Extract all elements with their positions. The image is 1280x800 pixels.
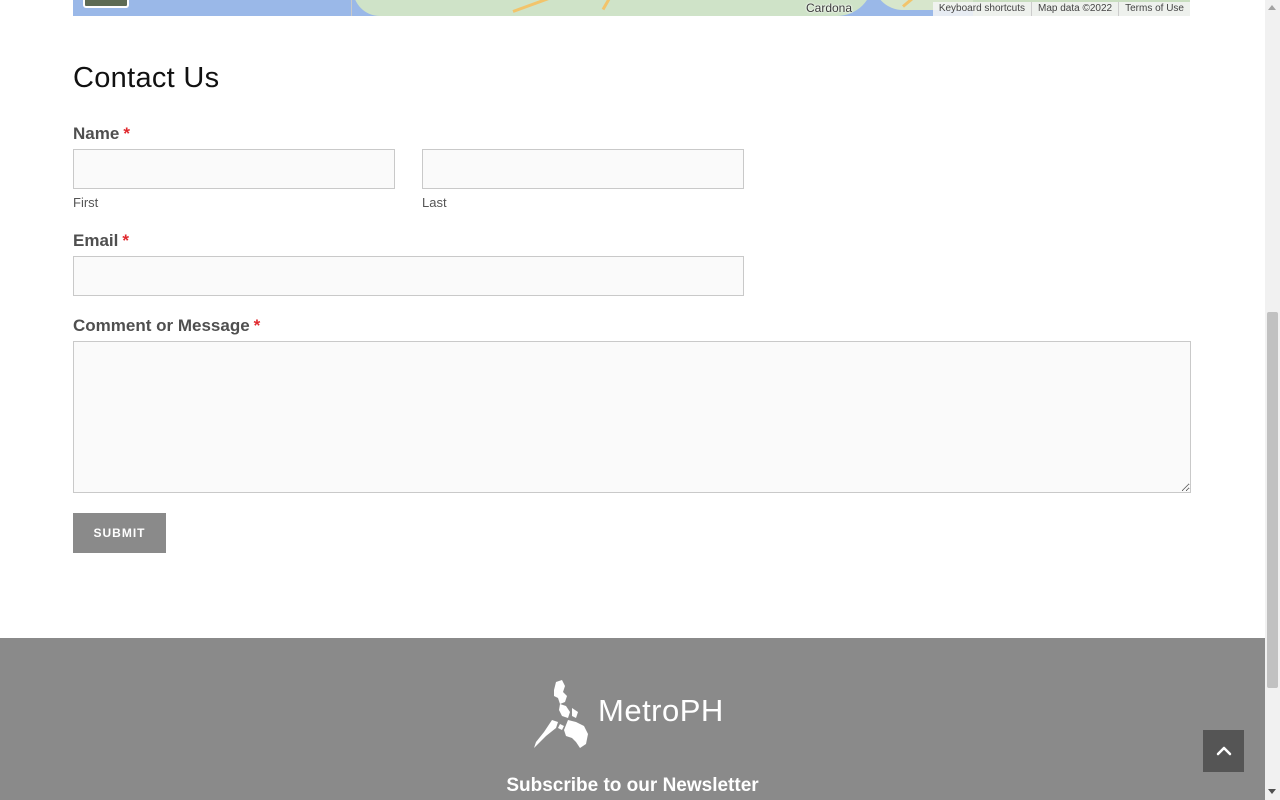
page-title: Contact Us xyxy=(73,62,220,94)
map-data-label: Map data ©2022 xyxy=(1031,2,1118,16)
last-name-input[interactable] xyxy=(422,149,744,189)
message-label-text: Comment or Message xyxy=(73,316,250,335)
first-name-sublabel: First xyxy=(73,195,99,210)
message-textarea[interactable] xyxy=(73,341,1191,493)
map-attribution: Keyboard shortcuts Map data ©2022 Terms … xyxy=(932,2,1190,16)
map-place-label: Cardona xyxy=(806,1,853,15)
required-mark: * xyxy=(123,124,130,143)
back-to-top-button[interactable] xyxy=(1203,730,1244,772)
first-name-input[interactable] xyxy=(73,149,395,189)
scrollbar-thumb[interactable] xyxy=(1267,312,1278,688)
map-satellite-toggle[interactable] xyxy=(83,0,129,8)
email-label-text: Email xyxy=(73,231,119,250)
footer-brand-name: MetroPH xyxy=(598,693,724,728)
scroll-up-arrow-icon[interactable] xyxy=(1268,5,1276,10)
keyboard-shortcuts-link[interactable]: Keyboard shortcuts xyxy=(933,2,1031,16)
required-mark: * xyxy=(122,231,129,250)
email-label: Email * xyxy=(73,231,129,251)
required-mark: * xyxy=(253,316,261,335)
scroll-down-arrow-icon[interactable] xyxy=(1268,789,1276,794)
map-divider xyxy=(351,0,352,16)
last-name-sublabel: Last xyxy=(422,195,447,210)
name-label: Name * xyxy=(73,124,130,144)
submit-button[interactable]: SUBMIT xyxy=(73,513,166,553)
terms-of-use-link[interactable]: Terms of Use xyxy=(1118,2,1190,16)
name-label-text: Name xyxy=(73,124,120,143)
newsletter-heading: Subscribe to our Newsletter xyxy=(506,775,759,796)
message-label: Comment or Message * xyxy=(73,316,260,336)
map-land xyxy=(353,0,873,16)
philippines-map-icon xyxy=(534,680,588,748)
chevron-up-icon xyxy=(1216,746,1231,756)
page: Cardona Keyboard shortcuts Map data ©202… xyxy=(0,0,1265,800)
embedded-map[interactable]: Cardona Keyboard shortcuts Map data ©202… xyxy=(73,0,1190,16)
vertical-scrollbar[interactable] xyxy=(1265,0,1280,800)
email-input[interactable] xyxy=(73,256,744,296)
